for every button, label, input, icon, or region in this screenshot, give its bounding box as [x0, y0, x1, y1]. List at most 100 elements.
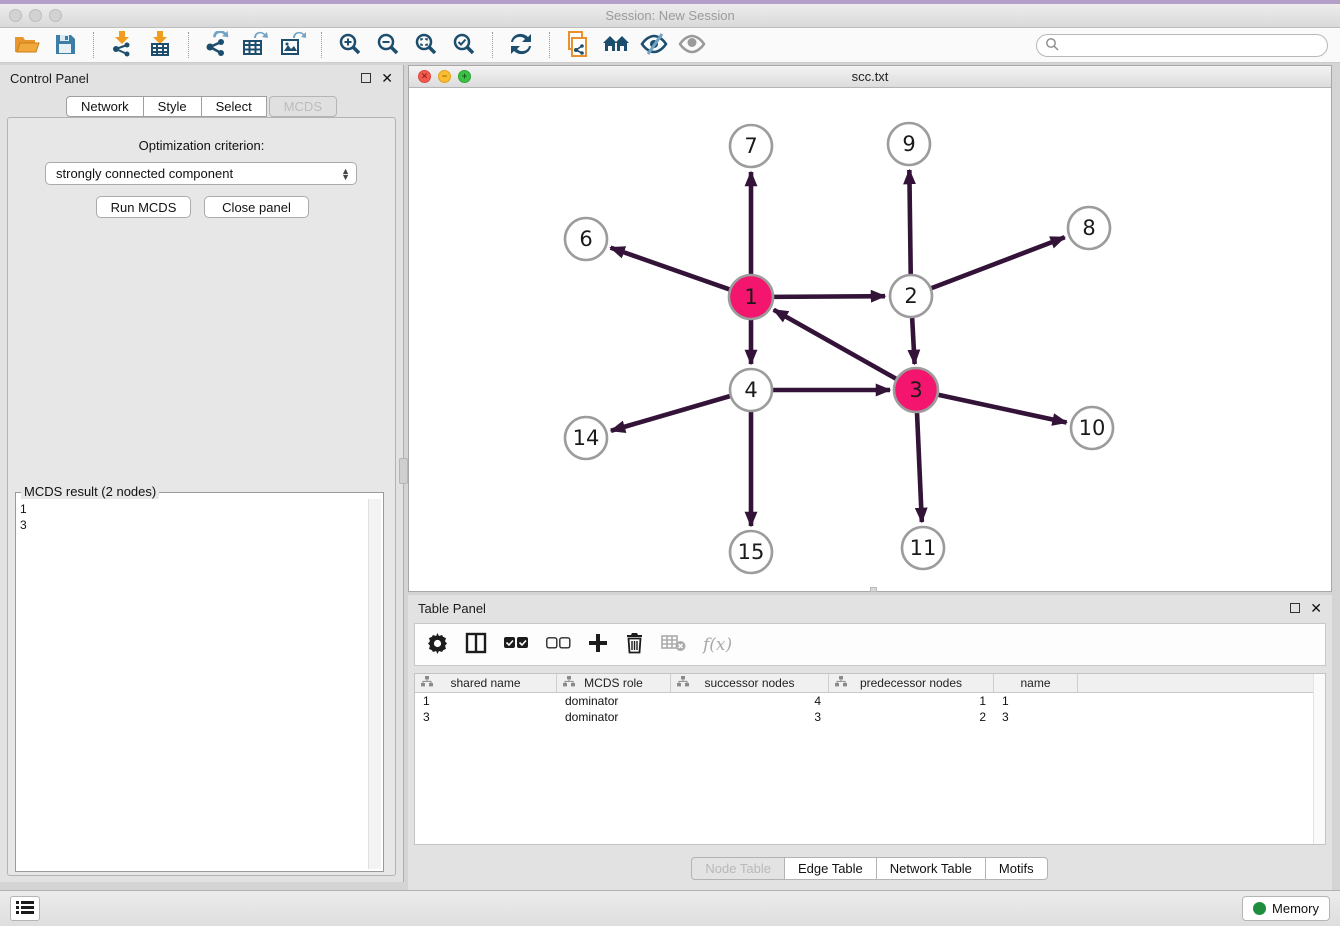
- result-scrollbar[interactable]: [368, 499, 381, 869]
- graph-node-4[interactable]: 4: [730, 369, 772, 411]
- close-table-panel-icon[interactable]: ✕: [1310, 603, 1322, 613]
- column-label: successor nodes: [704, 676, 794, 690]
- tab-node-table[interactable]: Node Table: [691, 857, 785, 880]
- graph-node-8[interactable]: 8: [1068, 207, 1110, 249]
- toolbar-separator: [492, 32, 493, 58]
- columns-icon: [465, 632, 487, 657]
- cell-predecessor-nodes[interactable]: 2: [829, 709, 994, 725]
- zoom-out-button[interactable]: [373, 31, 403, 59]
- close-panel-icon[interactable]: ✕: [381, 73, 393, 83]
- graph-edge-2-9[interactable]: [909, 170, 910, 274]
- table-row[interactable]: 3 dominator 3 2 3: [415, 709, 1325, 725]
- export-network-button[interactable]: [202, 31, 232, 59]
- graph-node-7[interactable]: 7: [730, 125, 772, 167]
- float-table-panel-icon[interactable]: [1290, 603, 1300, 613]
- apply-preferred-layout-button[interactable]: [506, 31, 536, 59]
- column-label: MCDS role: [584, 676, 643, 690]
- function-builder-button[interactable]: f(x): [703, 635, 732, 655]
- column-header-successor-nodes[interactable]: successor nodes: [671, 674, 829, 692]
- hide-graphics-details-button[interactable]: [639, 31, 669, 59]
- graph-node-label: 9: [902, 132, 915, 156]
- task-history-button[interactable]: [10, 896, 40, 921]
- graph-edge-3-1[interactable]: [774, 310, 897, 379]
- memory-button[interactable]: Memory: [1242, 896, 1330, 921]
- zoom-in-button[interactable]: [335, 31, 365, 59]
- houses-icon: [602, 33, 630, 58]
- graph-edge-4-14[interactable]: [611, 396, 730, 431]
- zoom-selected-button[interactable]: [449, 31, 479, 59]
- selected-option-label: strongly connected component: [56, 166, 341, 181]
- graph-node-1[interactable]: 1: [729, 275, 773, 319]
- graph-node-15[interactable]: 15: [730, 531, 772, 573]
- cell-successor-nodes[interactable]: 4: [671, 693, 829, 709]
- birds-eye-view-button[interactable]: [677, 31, 707, 59]
- window-title: Session: New Session: [0, 8, 1340, 23]
- deselect-all-button[interactable]: [546, 637, 571, 653]
- table-scrollbar[interactable]: [1313, 674, 1325, 844]
- table-settings-button[interactable]: [427, 633, 448, 657]
- cell-mcds-role[interactable]: dominator: [557, 709, 671, 725]
- select-all-button[interactable]: [504, 637, 529, 653]
- table-row[interactable]: 1 dominator 4 1 1: [415, 693, 1325, 709]
- column-header-shared-name[interactable]: shared name: [415, 674, 557, 692]
- open-session-button[interactable]: [12, 31, 42, 59]
- graph-node-9[interactable]: 9: [888, 123, 930, 165]
- save-session-button[interactable]: [50, 31, 80, 59]
- cell-shared-name[interactable]: 1: [415, 693, 557, 709]
- zoom-out-icon: [376, 32, 400, 59]
- delete-rows-button[interactable]: [625, 632, 644, 657]
- run-mcds-button[interactable]: Run MCDS: [96, 196, 191, 218]
- import-table-button[interactable]: [145, 31, 175, 59]
- cell-mcds-role[interactable]: dominator: [557, 693, 671, 709]
- column-header-predecessor-nodes[interactable]: predecessor nodes: [829, 674, 994, 692]
- column-header-name[interactable]: name: [994, 674, 1078, 692]
- close-panel-button[interactable]: Close panel: [204, 196, 309, 218]
- tab-style[interactable]: Style: [143, 96, 202, 117]
- optimization-criterion-select[interactable]: strongly connected component ▲▼: [45, 162, 357, 185]
- mcds-result-text[interactable]: 1 3: [20, 501, 367, 869]
- graph-node-2[interactable]: 2: [890, 275, 932, 317]
- cell-name[interactable]: 3: [994, 709, 1078, 725]
- show-columns-button[interactable]: [465, 632, 487, 657]
- graph-edge-1-2[interactable]: [773, 296, 885, 297]
- first-neighbors-button[interactable]: [601, 31, 631, 59]
- graph-edge-3-11[interactable]: [917, 412, 922, 522]
- zoom-fit-icon: [414, 32, 438, 59]
- horizontal-splitter-handle[interactable]: [870, 587, 877, 592]
- tab-motifs[interactable]: Motifs: [985, 857, 1048, 880]
- search-box[interactable]: [1036, 34, 1328, 57]
- add-row-button[interactable]: [588, 633, 608, 656]
- graph-node-3[interactable]: 3: [894, 368, 938, 412]
- tab-edge-table[interactable]: Edge Table: [784, 857, 877, 880]
- network-canvas[interactable]: 7 9 6 8 1 2 4 3 14 10 15 11: [409, 88, 1331, 591]
- tab-network[interactable]: Network: [66, 96, 144, 117]
- export-image-button[interactable]: [278, 31, 308, 59]
- graph-edge-2-8[interactable]: [932, 237, 1065, 288]
- cell-predecessor-nodes[interactable]: 1: [829, 693, 994, 709]
- tree-icon: [677, 676, 689, 690]
- cell-shared-name[interactable]: 3: [415, 709, 557, 725]
- tab-network-table[interactable]: Network Table: [876, 857, 986, 880]
- graph-edge-3-10[interactable]: [938, 395, 1067, 423]
- clone-network-button[interactable]: [563, 31, 593, 59]
- graph-node-11[interactable]: 11: [902, 527, 944, 569]
- graph-node-10[interactable]: 10: [1071, 407, 1113, 449]
- cell-successor-nodes[interactable]: 3: [671, 709, 829, 725]
- graph-node-6[interactable]: 6: [565, 218, 607, 260]
- graph-node-14[interactable]: 14: [565, 417, 607, 459]
- graph-edge-1-6[interactable]: [611, 248, 731, 290]
- table-panel: Table Panel ✕: [408, 595, 1332, 890]
- cell-name[interactable]: 1: [994, 693, 1078, 709]
- column-header-mcds-role[interactable]: MCDS role: [557, 674, 671, 692]
- tab-mcds[interactable]: MCDS: [269, 96, 337, 117]
- tab-select[interactable]: Select: [201, 96, 267, 117]
- vertical-splitter-handle[interactable]: [399, 458, 408, 484]
- import-network-button[interactable]: [107, 31, 137, 59]
- search-input[interactable]: [1064, 38, 1319, 52]
- graph-edge-2-3[interactable]: [912, 318, 914, 364]
- graph-node-label: 6: [579, 227, 592, 251]
- zoom-fit-button[interactable]: [411, 31, 441, 59]
- float-panel-icon[interactable]: [361, 73, 371, 83]
- export-table-button[interactable]: [240, 31, 270, 59]
- delete-table-button[interactable]: [661, 634, 686, 655]
